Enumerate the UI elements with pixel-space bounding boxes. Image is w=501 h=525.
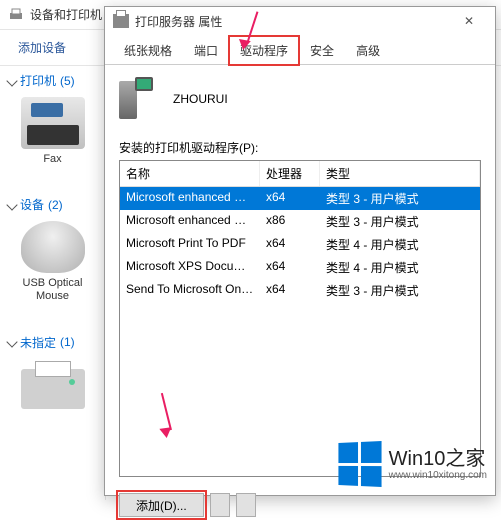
tab-advanced[interactable]: 高级 bbox=[345, 36, 391, 65]
tab-ports[interactable]: 端口 bbox=[183, 36, 229, 65]
dialog-title: 打印服务器 属性 bbox=[135, 13, 222, 30]
add-driver-button[interactable]: 添加(D)... bbox=[119, 493, 204, 517]
driver-table-row[interactable]: Microsoft enhanced Poi...x64类型 3 - 用户模式 bbox=[120, 187, 480, 210]
device-item-printer[interactable] bbox=[12, 369, 93, 409]
disabled-button bbox=[236, 493, 256, 517]
dialog-title-bar: 打印服务器 属性 ✕ bbox=[105, 7, 495, 35]
chevron-down-icon bbox=[6, 199, 17, 210]
group-unspecified-header[interactable]: 未指定 (1) bbox=[8, 334, 97, 351]
printer-icon bbox=[113, 14, 129, 28]
group-devices-count: (2) bbox=[48, 198, 63, 212]
server-name: ZHOURUI bbox=[173, 92, 228, 106]
dialog-body: ZHOURUI 安装的打印机驱动程序(P): 名称 处理器 类型 Microso… bbox=[105, 65, 495, 485]
group-unspecified-count: (1) bbox=[60, 335, 75, 349]
col-type[interactable]: 类型 bbox=[320, 161, 480, 186]
group-printers-label: 打印机 bbox=[20, 72, 56, 89]
printer-icon bbox=[8, 7, 24, 23]
driver-table-row[interactable]: Microsoft Print To PDFx64类型 4 - 用户模式 bbox=[120, 233, 480, 256]
add-device-button[interactable]: 添加设备 bbox=[10, 35, 74, 60]
server-icon bbox=[119, 77, 153, 121]
device-item-fax[interactable]: Fax bbox=[12, 97, 93, 166]
tab-drivers[interactable]: 驱动程序 bbox=[229, 36, 299, 65]
close-button[interactable]: ✕ bbox=[451, 9, 487, 33]
driver-table-row[interactable]: Microsoft XPS Docume...x64类型 4 - 用户模式 bbox=[120, 256, 480, 279]
driver-list-label: 安装的打印机驱动程序(P): bbox=[119, 139, 481, 156]
driver-table-row[interactable]: Send To Microsoft One...x64类型 3 - 用户模式 bbox=[120, 279, 480, 302]
mouse-icon bbox=[21, 221, 85, 273]
tab-paper[interactable]: 纸张规格 bbox=[113, 36, 183, 65]
device-label: Fax bbox=[12, 153, 93, 166]
dialog-footer: 添加(D)... bbox=[105, 485, 495, 525]
group-devices-label: 设备 bbox=[20, 196, 44, 213]
watermark-url: www.win10xitong.com bbox=[389, 470, 487, 481]
tab-security[interactable]: 安全 bbox=[299, 36, 345, 65]
printer-icon bbox=[21, 369, 85, 409]
device-label: USB Optical Mouse bbox=[12, 277, 93, 303]
dialog-tabs: 纸张规格 端口 驱动程序 安全 高级 bbox=[105, 35, 495, 65]
explorer-sidebar: 打印机 (5) Fax 设备 (2) bbox=[0, 66, 106, 500]
watermark: Win10之家 www.win10xitong.com bbox=[337, 442, 487, 486]
driver-table-row[interactable]: Microsoft enhanced Poi...x86类型 3 - 用户模式 bbox=[120, 210, 480, 233]
chevron-down-icon bbox=[6, 336, 17, 347]
watermark-brand: Win10之家 bbox=[389, 448, 487, 470]
explorer-title: 设备和打印机 bbox=[30, 6, 102, 23]
col-processor[interactable]: 处理器 bbox=[260, 161, 320, 186]
group-printers-count: (5) bbox=[60, 74, 75, 88]
driver-table-header: 名称 处理器 类型 bbox=[120, 161, 480, 187]
print-server-properties-dialog: 打印服务器 属性 ✕ 纸张规格 端口 驱动程序 安全 高级 ZHOURUI 安装… bbox=[104, 6, 496, 496]
disabled-button bbox=[210, 493, 230, 517]
group-unspecified-label: 未指定 bbox=[20, 334, 56, 351]
group-devices-header[interactable]: 设备 (2) bbox=[8, 196, 97, 213]
fax-icon bbox=[21, 97, 85, 149]
windows-logo-icon bbox=[338, 441, 381, 487]
group-printers-header[interactable]: 打印机 (5) bbox=[8, 72, 97, 89]
driver-table: 名称 处理器 类型 Microsoft enhanced Poi...x64类型… bbox=[119, 160, 481, 477]
col-name[interactable]: 名称 bbox=[120, 161, 260, 186]
chevron-down-icon bbox=[6, 75, 17, 86]
device-item-mouse[interactable]: USB Optical Mouse bbox=[12, 221, 93, 303]
